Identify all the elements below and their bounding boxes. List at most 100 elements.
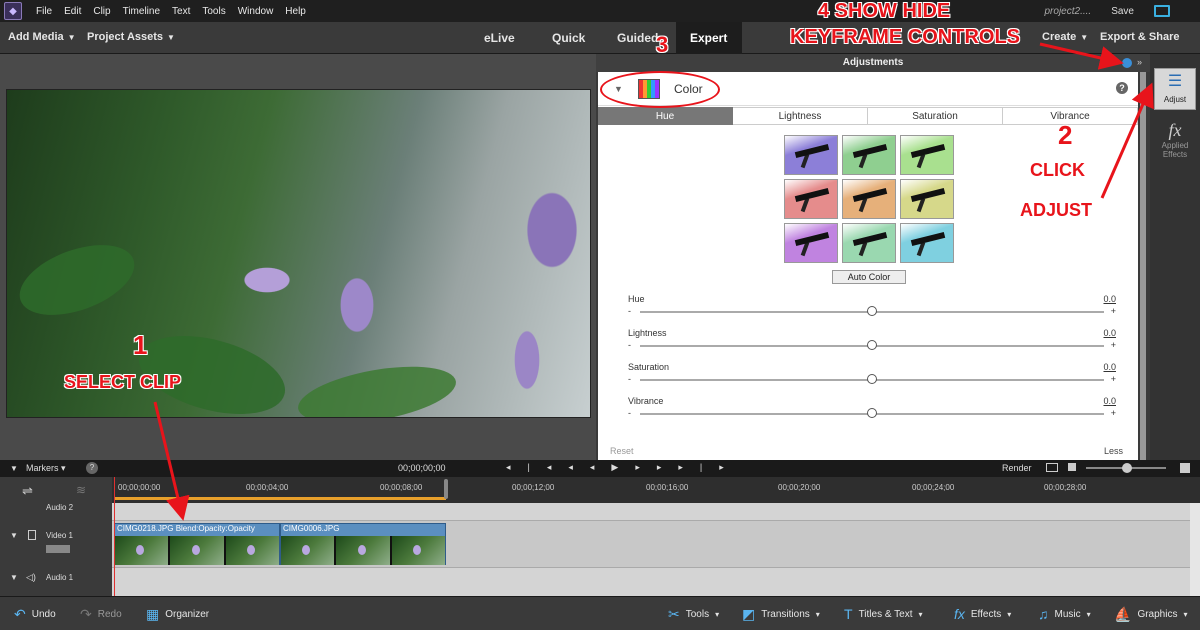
clip-cimg0218[interactable]: CIMG0218.JPG Blend:Opacity:Opacity [114,523,280,565]
transport-controls[interactable]: ◂|◂◂◂▶▸▸▸|▸ [506,462,741,473]
tab-lightness[interactable]: Lightness [733,107,868,125]
work-area-bar[interactable] [114,497,446,500]
mode-expert[interactable]: Expert [676,22,742,54]
menu-text[interactable]: Text [166,6,196,17]
zoom-in-icon[interactable] [1180,463,1190,473]
music-button[interactable]: ♫ Music ▾ [1038,606,1091,622]
sliders-icon: ☰ [1167,73,1183,90]
menu-tools[interactable]: Tools [196,6,231,17]
graphics-button[interactable]: ⛵ Graphics ▾ [1114,606,1187,623]
hue-preset-swatch[interactable] [900,135,954,175]
tab-hue[interactable]: Hue [598,107,733,125]
slider-minus[interactable]: - [628,306,631,316]
hue-preset-swatch[interactable] [784,179,838,219]
applied-effects-button[interactable]: fx Applied Effects [1154,120,1196,180]
audio-wave-icon[interactable]: ≋ [76,483,86,497]
keyframe-toggle-icon[interactable] [1122,58,1132,68]
reset-button[interactable]: Reset [610,446,634,456]
slider-knob[interactable] [867,340,877,350]
slider-value[interactable]: 0.0 [1103,294,1116,304]
chevron-down-icon: ▾ [1007,609,1012,619]
video-preview[interactable] [6,89,591,418]
markers-triangle-icon[interactable]: ▼ [10,464,18,473]
render-button[interactable]: Render [1002,463,1032,473]
clip-cimg0006[interactable]: CIMG0006.JPG [280,523,446,565]
adjust-button[interactable]: ☰ Adjust [1154,68,1196,110]
export-share-button[interactable]: Export & Share [1100,31,1179,43]
save-button[interactable]: Save [1111,6,1134,17]
effects-button[interactable]: fx Effects ▾ [954,606,1011,622]
slider-knob[interactable] [867,374,877,384]
audio2-lane[interactable] [112,503,1200,521]
organizer-button[interactable]: ▦ Organizer [146,606,209,623]
mode-quick[interactable]: Quick [538,22,599,54]
menu-window[interactable]: Window [232,6,280,17]
timeline-ruler[interactable]: ⇌ ≋ 00;00;00;00 00;00;04;00 00;00;08;00 … [0,477,1200,503]
transitions-button[interactable]: ◩ Transitions ▾ [742,606,820,623]
hue-preset-swatch[interactable] [842,179,896,219]
work-area-end-handle[interactable] [444,479,448,499]
slider-value[interactable]: 0.0 [1103,362,1116,372]
annotation-ellipse [600,71,720,108]
menu-clip[interactable]: Clip [87,6,116,17]
hue-preset-swatch[interactable] [784,223,838,263]
app-logo-icon[interactable]: ◆ [4,2,22,20]
organizer-icon: ▦ [146,606,160,622]
hue-preset-swatch[interactable] [900,179,954,219]
slider-plus[interactable]: + [1111,306,1116,316]
titles-text-button[interactable]: T Titles & Text ▾ [844,606,922,622]
tracks-scrollbar[interactable] [1190,503,1200,596]
slider-knob[interactable] [867,306,877,316]
expand-triangle-icon[interactable]: ▼ [10,531,18,540]
menu-edit[interactable]: Edit [58,6,87,17]
annotation-step2-number: 2 [1058,120,1073,150]
slider-plus[interactable]: + [1111,340,1116,350]
tab-saturation[interactable]: Saturation [868,107,1003,125]
hue-preset-swatch[interactable] [842,135,896,175]
ruler-left-tools: ⇌ ≋ [0,477,112,503]
panel-menu-icon[interactable]: » [1137,57,1142,67]
menu-timeline[interactable]: Timeline [117,6,166,17]
add-media-button[interactable]: Add Media ▼ [8,31,76,43]
slider-value[interactable]: 0.0 [1103,396,1116,406]
track-settings-icon[interactable]: ⇌ [22,483,33,499]
undo-button[interactable]: ↶ Undo [14,606,56,623]
clip-label: CIMG0006.JPG [283,524,340,533]
menu-help[interactable]: Help [279,6,312,17]
hue-preset-swatch[interactable] [842,223,896,263]
slider-plus[interactable]: + [1111,374,1116,384]
ruler-tick: 00;00;00;00 [118,483,161,492]
help-icon[interactable]: ? [86,462,98,474]
fit-icon[interactable] [1046,463,1058,472]
playhead[interactable] [114,477,115,596]
timecode-display[interactable]: 00;00;00;00 [398,463,446,473]
project-assets-button[interactable]: Project Assets ▼ [87,31,175,43]
less-button[interactable]: Less [1104,446,1123,456]
audio1-lane[interactable] [112,567,1200,596]
slider-plus[interactable]: + [1111,408,1116,418]
monitor-icon[interactable] [1154,5,1170,17]
slider-knob[interactable] [867,408,877,418]
zoom-out-icon[interactable] [1068,463,1076,471]
slider-minus[interactable]: - [628,374,631,384]
create-button[interactable]: Create ▼ [1042,31,1088,43]
slider-minus[interactable]: - [628,340,631,350]
keyframe-nav-icon[interactable] [46,545,70,553]
panel-scrollbar[interactable] [1140,72,1146,460]
menu-file[interactable]: File [30,6,58,17]
hue-preset-swatch[interactable] [900,223,954,263]
help-icon[interactable]: ? [1116,82,1128,94]
preview-leaf [130,321,294,417]
zoom-slider-knob[interactable] [1122,463,1132,473]
annotation-step1-text: SELECT CLIP [64,372,182,392]
mode-elive[interactable]: eLive [470,22,529,54]
auto-color-button[interactable]: Auto Color [832,270,906,284]
chevron-down-icon: ▾ [815,610,820,619]
hue-preset-swatch[interactable] [784,135,838,175]
expand-triangle-icon[interactable]: ▼ [10,573,18,582]
slider-minus[interactable]: - [628,408,631,418]
markers-menu[interactable]: Markers ▾ [26,463,66,474]
tools-button[interactable]: ✂ Tools ▾ [668,606,719,623]
redo-button[interactable]: ↷ Redo [80,606,122,623]
slider-value[interactable]: 0.0 [1103,328,1116,338]
